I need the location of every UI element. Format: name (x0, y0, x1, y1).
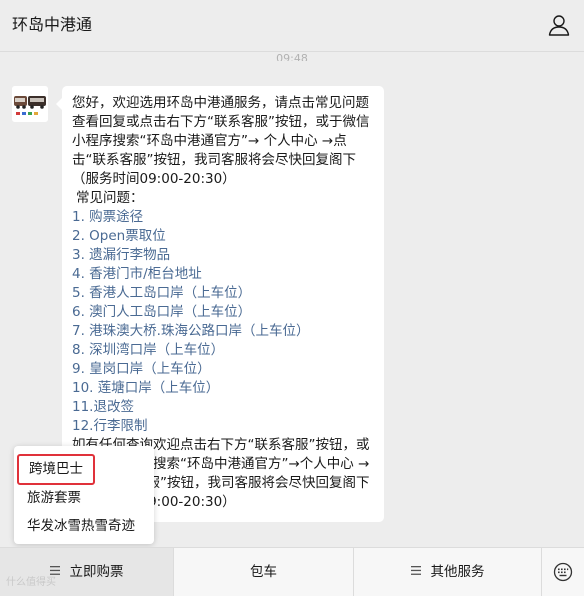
tab-other-services[interactable]: 其他服务 (354, 548, 542, 596)
user-icon[interactable] (548, 14, 570, 36)
emoji-keyboard-button[interactable] (542, 548, 584, 596)
faq-link[interactable]: 4. 香港门市/柜台地址 (72, 265, 374, 284)
faq-link[interactable]: 9. 皇岗口岸（上车位） (72, 360, 374, 379)
avatar[interactable] (12, 86, 48, 122)
chat-window: 环岛中港通 09:48 您好，欢迎选用环岛中港通服务，请点击常见问题查看回复或点… (0, 0, 584, 596)
faq-heading: 常见问题： (76, 190, 144, 206)
emoji-keyboard-icon (553, 562, 573, 582)
faq-link[interactable]: 1. 购票途径 (72, 208, 374, 227)
watermark: 什么值得买 (6, 577, 56, 588)
bus-logo-icon (12, 86, 48, 122)
tab-label: 立即购票 (69, 564, 124, 580)
faq-link[interactable]: 3. 遗漏行李物品 (72, 246, 374, 265)
tab-label: 包车 (250, 564, 277, 580)
popup-item-tour-package[interactable]: 旅游套票 (27, 489, 81, 507)
faq-link[interactable]: 7. 港珠澳大桥.珠海公路口岸（上车位） (72, 322, 374, 341)
faq-link[interactable]: 12.行李限制 (72, 417, 374, 436)
message-intro: 您好，欢迎选用环岛中港通服务，请点击常见问题查看回复或点击右下方“联系客服”按钮… (72, 95, 370, 187)
popup-item-ice-snow[interactable]: 华发冰雪热雪奇迹 (27, 517, 135, 535)
tab-charter[interactable]: 包车 (174, 548, 354, 596)
hamburger-icon (49, 566, 60, 575)
faq-link[interactable]: 8. 深圳湾口岸（上车位） (72, 341, 374, 360)
faq-link[interactable]: 5. 香港人工岛口岸（上车位） (72, 284, 374, 303)
hamburger-icon (410, 566, 421, 575)
bottom-menu-bar: 立即购票 包车 其他服务 (0, 547, 584, 596)
popup-item-cross-border-bus[interactable]: 跨境巴士 (17, 454, 95, 485)
message-timestamp: 09:48 (276, 52, 308, 61)
faq-link[interactable]: 6. 澳门人工岛口岸（上车位） (72, 303, 374, 322)
faq-link[interactable]: 2. Open票取位 (72, 227, 374, 246)
faq-link[interactable]: 11.退改签 (72, 398, 374, 417)
faq-list: 1. 购票途径 2. Open票取位 3. 遗漏行李物品 4. 香港门市/柜台地… (72, 208, 374, 436)
popup-menu: 跨境巴士 旅游套票 华发冰雪热雪奇迹 (14, 446, 154, 544)
tab-label: 其他服务 (430, 564, 485, 580)
page-title: 环岛中港通 (12, 15, 93, 34)
faq-link[interactable]: 10. 莲塘口岸（上车位） (72, 379, 374, 398)
header: 环岛中港通 (0, 0, 584, 52)
